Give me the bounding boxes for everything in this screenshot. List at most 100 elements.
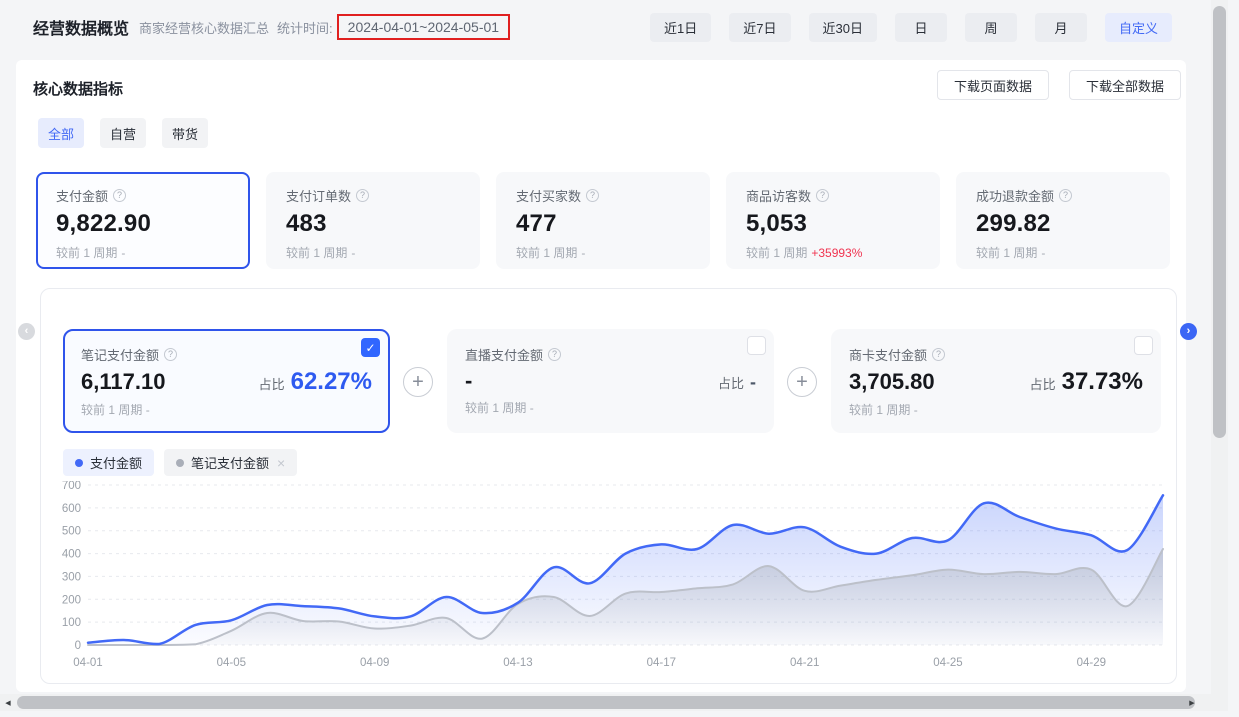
compare-label: 较前 1 周期 bbox=[81, 403, 142, 417]
help-icon[interactable]: ? bbox=[113, 189, 126, 202]
legend-item-pay-amount[interactable]: 支付金额 bbox=[63, 449, 154, 476]
svg-text:700: 700 bbox=[62, 481, 81, 492]
tab-resell[interactable]: 带货 bbox=[162, 118, 208, 148]
carousel-next-icon[interactable]: › bbox=[1180, 323, 1197, 340]
page-title: 经营数据概览 bbox=[33, 15, 129, 39]
compare-value: - bbox=[121, 246, 125, 260]
legend-dot-blue bbox=[75, 459, 83, 467]
metric-label: 支付金额 bbox=[56, 186, 108, 205]
compare-value: - bbox=[914, 403, 918, 417]
trend-panel: ✓ 笔记支付金额? 6,117.10 占比62.27% 较前 1 周期 - + … bbox=[40, 288, 1177, 684]
range-button-7d[interactable]: 近7日 bbox=[729, 13, 790, 42]
add-icon[interactable]: + bbox=[403, 367, 433, 397]
svg-text:04-25: 04-25 bbox=[933, 657, 962, 669]
svg-text:04-29: 04-29 bbox=[1077, 657, 1106, 669]
metric-value: 5,053 bbox=[746, 210, 920, 238]
legend-item-note-pay-amount[interactable]: 笔记支付金额 × bbox=[164, 449, 297, 476]
share-label: 占比 bbox=[718, 373, 744, 392]
download-all-data-button[interactable]: 下载全部数据 bbox=[1069, 70, 1181, 100]
metric-card-pay-buyers[interactable]: 支付买家数? 477 较前 1 周期- bbox=[496, 172, 710, 269]
compare-label: 较前 1 周期 bbox=[746, 246, 807, 260]
vertical-scrollbar[interactable]: ▼ bbox=[1211, 0, 1228, 711]
add-icon[interactable]: + bbox=[787, 367, 817, 397]
compare-label: 较前 1 周期 bbox=[56, 246, 117, 260]
legend-dot-gray bbox=[176, 459, 184, 467]
share-value: - bbox=[750, 372, 756, 393]
svg-text:04-17: 04-17 bbox=[647, 657, 676, 669]
metric-card-pay-orders[interactable]: 支付订单数? 483 较前 1 周期- bbox=[266, 172, 480, 269]
horizontal-scrollbar-thumb[interactable] bbox=[17, 696, 1195, 709]
help-icon[interactable]: ? bbox=[548, 348, 561, 361]
compare-label: 较前 1 周期 bbox=[465, 401, 526, 415]
legend-label: 笔记支付金额 bbox=[191, 453, 269, 472]
svg-text:100: 100 bbox=[62, 617, 81, 629]
help-icon[interactable]: ? bbox=[932, 348, 945, 361]
metric-label: 商品访客数 bbox=[746, 186, 811, 205]
metric-card-product-visitors[interactable]: 商品访客数? 5,053 较前 1 周期+35993% bbox=[726, 172, 940, 269]
date-range-picker[interactable]: 2024-04-01~2024-05-01 bbox=[337, 14, 510, 40]
compare-label: 较前 1 周期 bbox=[976, 246, 1037, 260]
horizontal-scrollbar[interactable]: ◀ ▶ bbox=[0, 694, 1228, 711]
compare-value: - bbox=[351, 246, 355, 260]
compare-label: 较前 1 周期 bbox=[849, 403, 910, 417]
help-icon[interactable]: ? bbox=[586, 189, 599, 202]
scope-tabs: 全部 自营 带货 bbox=[38, 118, 208, 148]
range-button-1d[interactable]: 近1日 bbox=[650, 13, 711, 42]
breakdown-card-live-pay[interactable]: 直播支付金额? - 占比- 较前 1 周期 - bbox=[447, 329, 774, 433]
chart-legend: 支付金额 笔记支付金额 × bbox=[63, 449, 297, 476]
scroll-left-icon[interactable]: ◀ bbox=[0, 694, 16, 711]
svg-text:04-09: 04-09 bbox=[360, 657, 389, 669]
download-page-data-button[interactable]: 下载页面数据 bbox=[937, 70, 1049, 100]
compare-value: - bbox=[146, 403, 150, 417]
share-label: 占比 bbox=[1030, 374, 1056, 393]
metric-label: 支付订单数 bbox=[286, 186, 351, 205]
checkbox-checked[interactable]: ✓ bbox=[361, 338, 380, 357]
carousel-prev-icon[interactable]: ‹ bbox=[18, 323, 35, 340]
scroll-right-icon[interactable]: ▶ bbox=[1184, 694, 1200, 711]
breakdown-value: - bbox=[465, 368, 472, 394]
breakdown-label: 直播支付金额 bbox=[465, 345, 543, 364]
core-metrics-card: 核心数据指标 下载页面数据 下载全部数据 全部 自营 带货 ‹ 支付金额? 9,… bbox=[16, 60, 1186, 692]
svg-text:500: 500 bbox=[62, 526, 81, 538]
stat-time-label: 统计时间: bbox=[277, 18, 333, 37]
svg-text:400: 400 bbox=[62, 549, 81, 561]
help-icon[interactable]: ? bbox=[816, 189, 829, 202]
metric-label: 成功退款金额 bbox=[976, 186, 1054, 205]
tab-self[interactable]: 自营 bbox=[100, 118, 146, 148]
checkbox-unchecked[interactable] bbox=[1134, 336, 1153, 355]
share-value: 62.27% bbox=[291, 368, 372, 396]
range-button-day[interactable]: 日 bbox=[895, 13, 947, 42]
metric-card-refund-amount[interactable]: 成功退款金额? 299.82 较前 1 周期- bbox=[956, 172, 1170, 269]
compare-label: 较前 1 周期 bbox=[286, 246, 347, 260]
trend-chart[interactable]: 010020030040050060070004-0104-0504-0904-… bbox=[45, 481, 1170, 681]
svg-text:04-05: 04-05 bbox=[217, 657, 246, 669]
help-icon[interactable]: ? bbox=[164, 348, 177, 361]
checkbox-unchecked[interactable] bbox=[747, 336, 766, 355]
breakdown-label: 商卡支付金额 bbox=[849, 345, 927, 364]
breakdown-card-note-pay[interactable]: ✓ 笔记支付金额? 6,117.10 占比62.27% 较前 1 周期 - bbox=[63, 329, 390, 433]
breakdown-value: 3,705.80 bbox=[849, 369, 935, 395]
vertical-scrollbar-thumb[interactable] bbox=[1213, 6, 1226, 438]
range-button-30d[interactable]: 近30日 bbox=[809, 13, 877, 42]
metric-label: 支付买家数 bbox=[516, 186, 581, 205]
close-icon[interactable]: × bbox=[277, 456, 285, 470]
svg-text:600: 600 bbox=[62, 503, 81, 515]
metric-value: 477 bbox=[516, 210, 690, 238]
compare-label: 较前 1 周期 bbox=[516, 246, 577, 260]
help-icon[interactable]: ? bbox=[356, 189, 369, 202]
help-icon[interactable]: ? bbox=[1059, 189, 1072, 202]
share-value: 37.73% bbox=[1062, 368, 1143, 396]
range-button-week[interactable]: 周 bbox=[965, 13, 1017, 42]
metric-value: 299.82 bbox=[976, 210, 1150, 238]
share-label: 占比 bbox=[259, 374, 285, 393]
svg-text:04-01: 04-01 bbox=[73, 657, 102, 669]
section-title: 核心数据指标 bbox=[33, 78, 123, 99]
metric-card-pay-amount[interactable]: 支付金额? 9,822.90 较前 1 周期- bbox=[36, 172, 250, 269]
metric-value: 483 bbox=[286, 210, 460, 238]
svg-text:04-21: 04-21 bbox=[790, 657, 819, 669]
check-icon: ✓ bbox=[365, 341, 375, 355]
range-button-custom[interactable]: 自定义 bbox=[1105, 13, 1172, 42]
breakdown-card-card-pay[interactable]: 商卡支付金额? 3,705.80 占比 37.73% 较前 1 周期 - bbox=[831, 329, 1161, 433]
range-button-month[interactable]: 月 bbox=[1035, 13, 1087, 42]
tab-all[interactable]: 全部 bbox=[38, 118, 84, 148]
